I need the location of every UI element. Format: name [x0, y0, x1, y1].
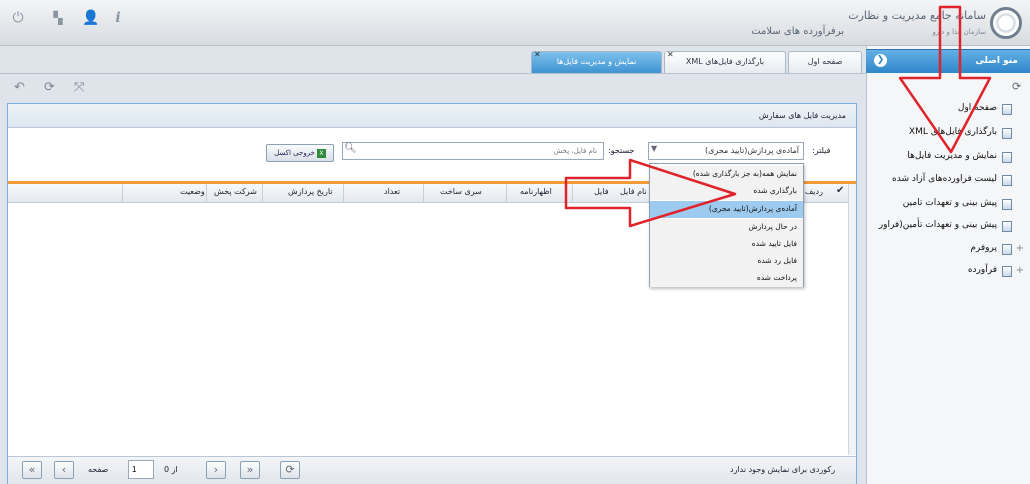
column-header[interactable]: نام فایل [620, 187, 647, 196]
select-all-checkbox[interactable]: ✔ [836, 186, 847, 197]
vertical-scrollbar[interactable] [848, 184, 856, 455]
column-divider [343, 184, 344, 203]
last-page-button[interactable]: » [240, 461, 260, 479]
sidebar-item-label: لیست فراورده‌های آزاد شده [892, 174, 997, 184]
info-icon[interactable]: i [110, 10, 126, 26]
sidebar-item-supply-forecast[interactable]: پیش بینی و تعهدات تامین [866, 196, 1030, 214]
sidebar-item-label: صفحه اول [957, 103, 997, 113]
page-icon [1002, 175, 1012, 186]
column-header[interactable]: تاریخ پردازش [288, 187, 333, 196]
page-icon [1002, 199, 1012, 210]
column-divider [572, 184, 573, 203]
page-number-input[interactable] [128, 460, 154, 479]
refresh-icon[interactable]: ⟳ [1012, 80, 1021, 93]
close-icon[interactable]: ✕ [667, 51, 674, 59]
sidebar-item-home[interactable]: صفحه اول [866, 101, 1030, 119]
page-icon [1002, 104, 1012, 115]
filter-option-uploaded[interactable]: بارگذاری شده [650, 183, 803, 200]
search-icon[interactable]: 🔍︎ [344, 143, 357, 154]
prev-page-button[interactable]: ‹ [54, 461, 74, 479]
tab-upload-xml[interactable]: بارگذاری فایل‌های XML [664, 51, 786, 73]
page-icon [1002, 128, 1012, 139]
logo-icon [990, 7, 1022, 39]
sidebar-item-product[interactable]: + فرآورده [866, 263, 1030, 281]
expand-icon[interactable]: + [1016, 265, 1024, 276]
refresh-grid-button[interactable]: ⟳ [280, 461, 300, 479]
search-label: جستجو: [608, 146, 635, 155]
refresh-icon[interactable]: ⟳ [44, 80, 55, 95]
filter-option-processing[interactable]: در حال پردازش [650, 219, 803, 236]
page-count: از 0 [164, 465, 178, 474]
sidebar-item-label: نمایش و مدیریت فایل‌ها [907, 151, 997, 161]
column-divider [206, 184, 207, 203]
sidebar-item-supply-forecast-products[interactable]: پیش بینی و تعهدات تأمین(فراور [866, 218, 1030, 236]
sidebar-header: منو اصلی [866, 49, 1030, 73]
first-page-button[interactable]: « [22, 461, 42, 479]
sidebar-item-label: پیش بینی و تعهدات تامین [902, 198, 997, 208]
page-icon [1002, 244, 1012, 255]
column-divider [506, 184, 507, 203]
column-header[interactable]: وضعیت [180, 187, 205, 196]
expand-icon[interactable]: + [1016, 243, 1024, 254]
column-header[interactable]: شرکت پخش [214, 187, 257, 196]
close-icon[interactable]: ✕ [534, 51, 541, 59]
sidebar-item-released-products[interactable]: لیست فراورده‌های آزاد شده [866, 172, 1030, 190]
next-page-button[interactable]: › [206, 461, 226, 479]
panel-title: مدیریت فایل های سفارش [758, 111, 846, 120]
collapse-icon[interactable]: ❯ [874, 54, 887, 67]
power-icon[interactable]: ⏻ [10, 10, 26, 26]
panel-header: مدیریت فایل های سفارش [8, 104, 856, 128]
page-icon [1002, 152, 1012, 163]
brand-subtitle: برفرآورده های سلامت [751, 26, 844, 37]
user-icon[interactable]: 👤 [82, 10, 99, 26]
filter-dropdown-list: نمایش همه(به جز بارگذاری شده) بارگذاری ش… [649, 163, 804, 287]
app-header [0, 0, 1030, 46]
sidebar-item-proforma[interactable]: + پروفرم [866, 241, 1030, 259]
column-divider [122, 184, 123, 203]
filter-option-rejected[interactable]: فایل رد شده [650, 253, 803, 270]
excel-icon: X [316, 148, 326, 158]
tab-label: بارگذاری فایل‌های XML [685, 57, 765, 66]
filter-label: فیلتر: [812, 146, 831, 155]
export-excel-button[interactable]: Xخروجی اکسل [266, 144, 334, 162]
tab-manage-files[interactable]: نمایش و مدیریت فایل‌ها [531, 51, 662, 73]
windows-icon[interactable]: ▚ [50, 10, 66, 26]
filter-option-approved[interactable]: فایل تایید شده [650, 236, 803, 253]
fullscreen-icon[interactable]: ⤧ [74, 80, 84, 95]
sidebar-item-upload-xml[interactable]: بارگذاری فایل‌های XML [866, 125, 1030, 143]
filter-option-all[interactable]: نمایش همه(به جز بارگذاری شده) [650, 166, 803, 183]
undo-icon[interactable]: ↶ [14, 80, 25, 95]
sidebar-item-manage-files[interactable]: نمایش و مدیریت فایل‌ها [866, 149, 1030, 167]
column-header[interactable]: اظهارنامه [520, 187, 552, 196]
filter-select[interactable]: آماده‌ی پردازش(تایید مجری) [648, 142, 804, 160]
filter-option-paid[interactable]: پرداخت شده [650, 270, 803, 287]
tab-label: صفحه اول [807, 57, 843, 66]
column-header[interactable]: تعداد [384, 187, 400, 196]
chevron-down-icon[interactable]: ▼ [651, 144, 657, 153]
filter-option-ready[interactable]: آماده‌ی پردازش(تایید مجری) [650, 201, 803, 218]
brand-title: سامانه جامع مدیریت و نظارت [848, 9, 986, 22]
column-header[interactable]: ردیف [805, 187, 823, 196]
filter-select-value: آماده‌ی پردازش(تایید مجری) [705, 146, 799, 155]
search-input[interactable] [357, 144, 601, 158]
column-divider [423, 184, 424, 203]
sidebar-item-label: پیش بینی و تعهدات تأمین(فراور [878, 220, 997, 230]
column-header[interactable]: فایل [594, 187, 609, 196]
page-icon [1002, 266, 1012, 277]
tab-label: نمایش و مدیریت فایل‌ها [556, 57, 637, 66]
page-icon [1002, 221, 1012, 232]
brand-org: سازمان غذا و دارو [932, 28, 986, 36]
page-label: صفحه [88, 465, 109, 474]
sidebar-item-label: پروفرم [970, 243, 997, 253]
column-divider [262, 184, 263, 203]
column-header[interactable]: سری ساخت [440, 187, 482, 196]
tab-home[interactable]: صفحه اول [788, 51, 862, 73]
search-box[interactable] [342, 142, 604, 160]
sidebar-title: منو اصلی [975, 56, 1018, 66]
sidebar-item-label: فرآورده [967, 265, 997, 275]
sidebar-item-label: بارگذاری فایل‌های XML [908, 127, 997, 137]
export-excel-label: خروجی اکسل [274, 149, 315, 157]
empty-records-text: رکوردی برای نمایش وجود ندارد [730, 465, 836, 474]
